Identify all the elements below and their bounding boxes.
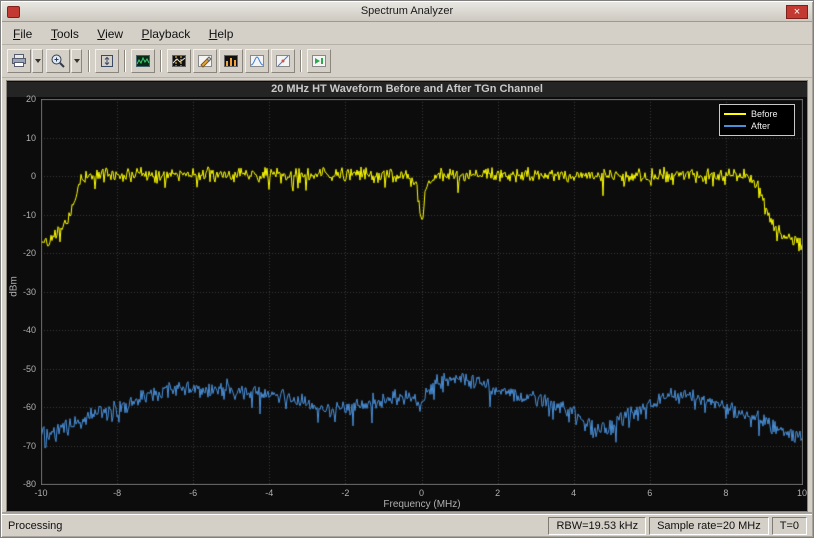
print-dropdown-button[interactable]	[32, 49, 43, 73]
menu-view[interactable]: View	[90, 25, 130, 43]
window-titlebar[interactable]: Spectrum Analyzer ×	[2, 2, 812, 22]
print-button[interactable]	[7, 49, 31, 73]
y-tick-label: -10	[7, 210, 36, 220]
x-axis-label: Frequency (MHz)	[41, 499, 803, 510]
spectral-mask-button[interactable]	[193, 49, 217, 73]
cursor-measurements-icon	[171, 53, 187, 69]
chevron-down-icon	[35, 59, 41, 63]
y-tick-label: 10	[7, 133, 36, 143]
legend-item-before: Before	[724, 108, 790, 120]
step-forward-button[interactable]	[307, 49, 331, 73]
toolbar	[2, 45, 812, 78]
x-tick-label: -10	[26, 488, 56, 498]
x-tick-label: 4	[559, 488, 589, 498]
legend-label-after: After	[751, 121, 770, 131]
pencil-mask-icon	[197, 53, 213, 69]
y-tick-label: -60	[7, 402, 36, 412]
step-forward-icon	[311, 53, 327, 69]
before-line-swatch	[724, 113, 746, 115]
legend-label-before: Before	[751, 109, 778, 119]
status-processing: Processing	[2, 520, 548, 532]
menu-file[interactable]: File	[6, 25, 39, 43]
diagonal-line-icon	[275, 53, 291, 69]
menu-tools[interactable]: Tools	[44, 25, 86, 43]
cursor-measurements-button[interactable]	[167, 49, 191, 73]
toolbar-separator	[160, 50, 162, 72]
x-tick-label: 10	[787, 488, 814, 498]
printer-icon	[11, 53, 27, 69]
x-tick-label: 2	[483, 488, 513, 498]
zoom-dropdown-button[interactable]	[71, 49, 82, 73]
menu-bar: File Tools View Playback Help	[2, 22, 812, 45]
fit-to-view-button[interactable]	[95, 49, 119, 73]
y-tick-label: -70	[7, 441, 36, 451]
zoom-in-button[interactable]	[46, 49, 70, 73]
spectrum-plot[interactable]	[41, 99, 803, 485]
toolbar-separator	[88, 50, 90, 72]
plot-area: 20 MHz HT Waveform Before and After TGn …	[6, 80, 808, 512]
distortion-button[interactable]	[271, 49, 295, 73]
y-tick-label: -20	[7, 248, 36, 258]
status-bar: Processing RBW=19.53 kHz Sample rate=20 …	[2, 514, 812, 536]
status-sample-rate: Sample rate=20 MHz	[649, 517, 769, 535]
toolbar-separator	[124, 50, 126, 72]
menu-help[interactable]: Help	[202, 25, 241, 43]
toolbar-separator	[300, 50, 302, 72]
y-tick-label: 0	[7, 171, 36, 181]
channel-measurements-button[interactable]	[219, 49, 243, 73]
ccdf-button[interactable]	[245, 49, 269, 73]
fit-to-view-icon	[99, 53, 115, 69]
status-rbw: RBW=19.53 kHz	[548, 517, 646, 535]
x-tick-label: 0	[407, 488, 437, 498]
x-tick-label: 8	[711, 488, 741, 498]
x-tick-label: -8	[102, 488, 132, 498]
x-tick-label: -4	[254, 488, 284, 498]
legend[interactable]: Before After	[719, 104, 795, 136]
spectrum-analyzer-window: Spectrum Analyzer × File Tools View Play…	[0, 0, 814, 538]
after-line-swatch	[724, 125, 746, 127]
magnifier-plus-icon	[50, 53, 66, 69]
x-tick-label: -6	[178, 488, 208, 498]
status-time: T=0	[772, 517, 807, 535]
blue-curve-icon	[249, 53, 265, 69]
legend-item-after: After	[724, 120, 790, 132]
window-title: Spectrum Analyzer	[2, 5, 812, 17]
plot-title: 20 MHz HT Waveform Before and After TGn …	[7, 82, 807, 97]
spectrum-settings-icon	[135, 53, 151, 69]
menu-playback[interactable]: Playback	[135, 25, 198, 43]
y-axis-label: dBm	[9, 267, 20, 307]
y-tick-label: -40	[7, 325, 36, 335]
chevron-down-icon	[74, 59, 80, 63]
spectrum-settings-button[interactable]	[131, 49, 155, 73]
x-tick-label: -2	[330, 488, 360, 498]
close-button[interactable]: ×	[786, 5, 808, 19]
y-tick-label: -80	[7, 479, 36, 489]
x-tick-label: 6	[635, 488, 665, 498]
y-tick-label: -50	[7, 364, 36, 374]
orange-bars-icon	[223, 53, 239, 69]
